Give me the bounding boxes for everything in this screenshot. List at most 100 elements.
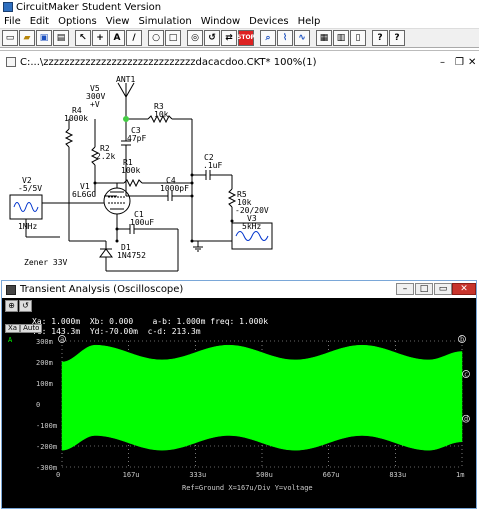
schematic-window: C:...\zzzzzzzzzzzzzzzzzzzzzzzzzzzzzdacac…	[0, 50, 479, 278]
cursor-marker-label-c: c	[464, 370, 468, 378]
minimize-icon[interactable]: –	[440, 57, 445, 68]
waveform-trace	[61, 344, 463, 451]
maximize-button[interactable]: ▭	[434, 283, 452, 295]
circuitmaker-app: CircuitMaker Student Version File Edit O…	[0, 0, 479, 510]
zoom-in-icon[interactable]: ⊕	[5, 300, 18, 312]
cursor-marker-label-d: d	[464, 415, 468, 423]
menu-help[interactable]: Help	[294, 16, 326, 27]
waveform-envelope	[61, 344, 463, 451]
scope-footer: Ref=Ground X=167u/Div Y=voltage	[182, 484, 313, 492]
schematic-title: C:...\zzzzzzzzzzzzzzzzzzzzzzzzzzzzzdacac…	[20, 56, 317, 68]
grid-icon[interactable]: ▦	[316, 30, 332, 46]
c1-value: 100uF	[130, 218, 154, 227]
c2-value: .1uF	[203, 161, 222, 170]
wave-icon[interactable]: ∿	[294, 30, 310, 46]
auto-scale-select[interactable]: Auto	[20, 324, 43, 333]
oscilloscope-title: Transient Analysis (Oscilloscope)	[20, 284, 184, 295]
c3-value: 47pF	[127, 134, 146, 143]
stop-icon[interactable]: STOP	[237, 30, 255, 46]
save-icon[interactable]: ▣	[36, 30, 52, 46]
print-icon[interactable]: ▤	[53, 30, 69, 46]
menu-window[interactable]: Window	[197, 16, 245, 27]
x-tick-label: 1m	[456, 471, 464, 479]
oscilloscope-icon	[6, 284, 16, 295]
close-icon[interactable]: ✕	[468, 57, 476, 68]
x-tick-label: 167u	[123, 471, 140, 479]
main-toolbar: ▭ ▰ ▣ ▤ ↖ + A / ○ □ ◎ ↺ ⇄ STOP ⌕ ⌇ ∿ ▦ ▥…	[0, 28, 479, 48]
digital-icon[interactable]: ◎	[187, 30, 203, 46]
restore-button[interactable]: □	[415, 283, 433, 295]
schematic-title-bar: C:...\zzzzzzzzzzzzzzzzzzzzzzzzzzzzzdacac…	[0, 53, 479, 71]
schematic-canvas[interactable]: ANT1 V5 300V +V R4 1000k R3 10k C3 47pF …	[0, 71, 479, 279]
y-tick-label: -100m	[36, 422, 57, 430]
menu-edit[interactable]: Edit	[26, 16, 54, 27]
bus-icon[interactable]: ▥	[333, 30, 349, 46]
open-icon[interactable]: ▰	[19, 30, 35, 46]
probe-marker[interactable]	[123, 116, 129, 122]
arrow-icon[interactable]: ↖	[75, 30, 91, 46]
r4-value: 1000k	[64, 114, 88, 123]
x-tick-label: 667u	[323, 471, 340, 479]
notes-icon[interactable]: ▯	[350, 30, 366, 46]
document-icon	[6, 57, 16, 67]
oscilloscope-plot[interactable]: 0 167u 333u 500u 667u 833u 1m 300m 200m 100m 0 -100…	[2, 334, 476, 508]
oscilloscope-title-bar: Transient Analysis (Oscilloscope) – □ ▭ …	[2, 281, 476, 298]
app-icon	[3, 2, 13, 12]
refresh-icon[interactable]: ↺	[19, 300, 32, 312]
d1-value: 1N4752	[117, 251, 146, 260]
step-icon[interactable]: ⇄	[221, 30, 237, 46]
menu-options[interactable]: Options	[54, 16, 102, 27]
c4-value: 1000pF	[160, 184, 189, 193]
zoom-icon[interactable]: ○	[148, 30, 164, 46]
menu-file[interactable]: File	[0, 16, 26, 27]
minimize-button[interactable]: –	[396, 283, 414, 295]
readout-ab: a-b: 1.000m	[152, 317, 206, 326]
reset-icon[interactable]: ↺	[204, 30, 220, 46]
restore-icon[interactable]: ❐	[455, 57, 464, 68]
y-tick-label: 300m	[36, 338, 53, 346]
axis-select: Xa Auto	[5, 324, 43, 333]
menu-simulation[interactable]: Simulation	[134, 16, 196, 27]
zener-label: Zener 33V	[24, 258, 68, 267]
oscilloscope-window: Transient Analysis (Oscilloscope) – □ ▭ …	[1, 280, 477, 509]
y-tick-label: 100m	[36, 380, 53, 388]
trace-icon[interactable]: ⌕	[260, 30, 276, 46]
v2-frequency: 1MHz	[18, 222, 37, 231]
app-title: CircuitMaker Student Version	[16, 1, 162, 13]
x-tick-label: 833u	[389, 471, 406, 479]
context-help-icon[interactable]: ?	[389, 30, 405, 46]
cross-icon[interactable]: +	[92, 30, 108, 46]
channel-label: A	[8, 336, 13, 344]
menu-devices[interactable]: Devices	[245, 16, 293, 27]
r3-value: 10k	[154, 110, 169, 119]
readout-xb: Xb: 0.000	[89, 317, 134, 326]
readout-freq: freq: 1.000k	[210, 317, 269, 326]
menu-bar: File Edit Options View Simulation Window…	[0, 14, 479, 28]
help-icon[interactable]: ?	[372, 30, 388, 46]
r2-value: 2.2k	[96, 152, 115, 161]
new-icon[interactable]: ▭	[2, 30, 18, 46]
y-tick-label: -200m	[36, 443, 57, 451]
x-tick-label: 333u	[189, 471, 206, 479]
v1-value: 6L6GC	[72, 190, 96, 199]
y-tick-label: 200m	[36, 359, 53, 367]
v3-frequency: 5kHz	[242, 222, 261, 231]
r1-value: 100k	[121, 166, 140, 175]
cursor-marker-label-a: a	[60, 336, 64, 344]
x-tick-label: 0	[56, 471, 60, 479]
v5-symbol: +V	[90, 100, 100, 109]
v2-value: -5/5V	[18, 184, 42, 193]
app-title-bar: CircuitMaker Student Version	[0, 0, 479, 14]
oscilloscope-toolbar: ⊕ ↺ Xa: 1.000m Xb: 0.000 a-b: 1.000m fre…	[2, 298, 476, 336]
x-axis-select[interactable]: Xa	[5, 324, 21, 333]
y-tick-label: 0	[36, 401, 40, 409]
probe-icon[interactable]: /	[126, 30, 142, 46]
antenna-label: ANT1	[116, 75, 135, 84]
close-button[interactable]: ✕	[452, 283, 476, 295]
analog-icon[interactable]: ⌇	[277, 30, 293, 46]
text-icon[interactable]: A	[109, 30, 125, 46]
x-tick-label: 500u	[256, 471, 273, 479]
menu-view[interactable]: View	[102, 16, 135, 27]
zoom-fit-icon[interactable]: □	[165, 30, 181, 46]
y-tick-label: -300m	[36, 464, 57, 472]
